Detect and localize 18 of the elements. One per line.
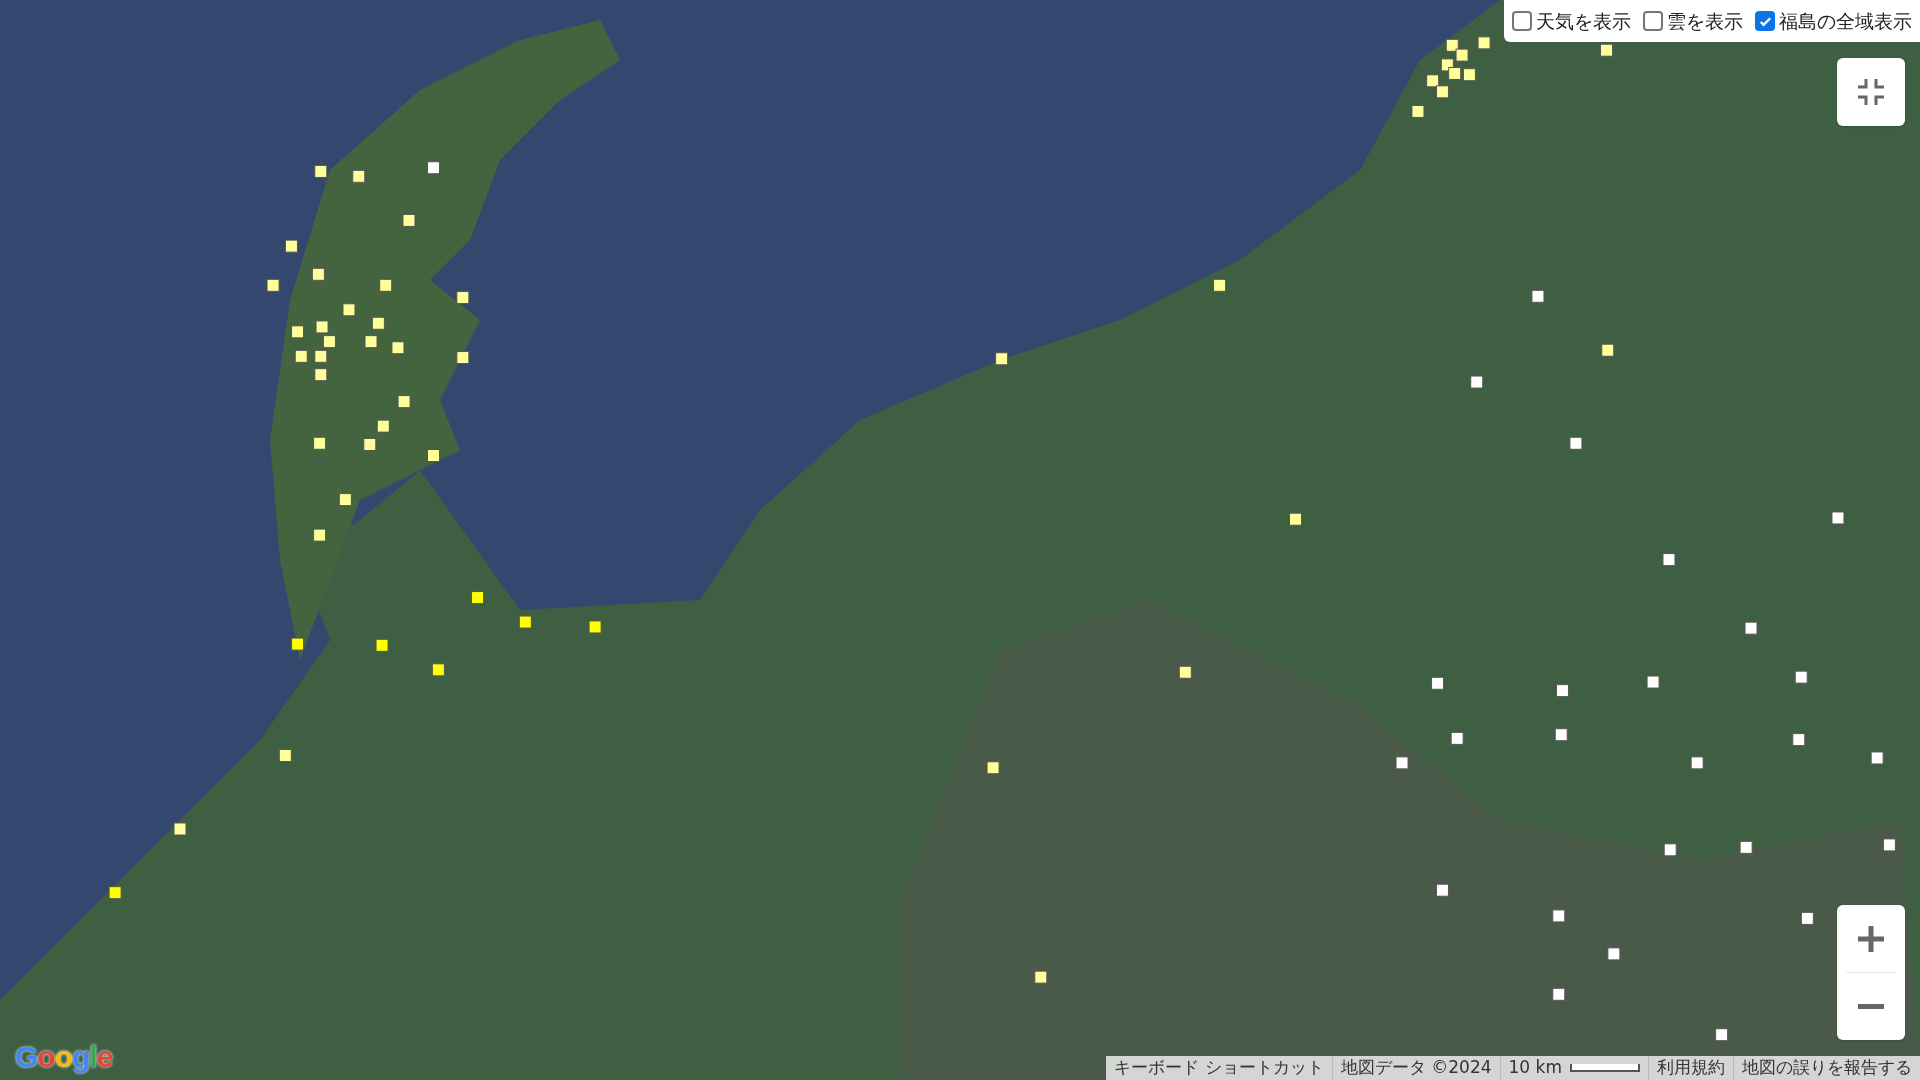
attribution-link[interactable]: キーボード ショートカット — [1106, 1056, 1332, 1080]
checkbox[interactable] — [1643, 11, 1663, 31]
map-data-text: 地図データ ©2024 — [1331, 1056, 1500, 1080]
scale-label: 10 km — [1508, 1056, 1562, 1080]
fullscreen-exit-icon — [1856, 77, 1886, 107]
layer-checkbox[interactable]: 雲を表示 — [1643, 6, 1743, 36]
layer-checkbox[interactable]: 天気を表示 — [1512, 6, 1631, 36]
fullscreen-exit-button[interactable] — [1837, 58, 1905, 126]
checkbox[interactable] — [1512, 11, 1532, 31]
plus-icon — [1856, 923, 1886, 954]
minus-icon — [1856, 1004, 1886, 1009]
scale-bar — [1570, 1064, 1640, 1072]
map[interactable]: 天気を表示 雲を表示 福島の全域表示 Google キーボード ショートカット 地図データ ©2024 10 km 利用規約 地図の誤りを報告する — [0, 0, 1920, 1080]
layer-checkbox[interactable]: 福島の全域表示 — [1755, 6, 1912, 36]
google-logo: Google — [15, 1042, 113, 1072]
attribution-link[interactable]: 利用規約 — [1648, 1056, 1733, 1080]
checkbox[interactable] — [1755, 11, 1775, 31]
attribution-link[interactable]: 地図の誤りを報告する — [1733, 1056, 1920, 1080]
